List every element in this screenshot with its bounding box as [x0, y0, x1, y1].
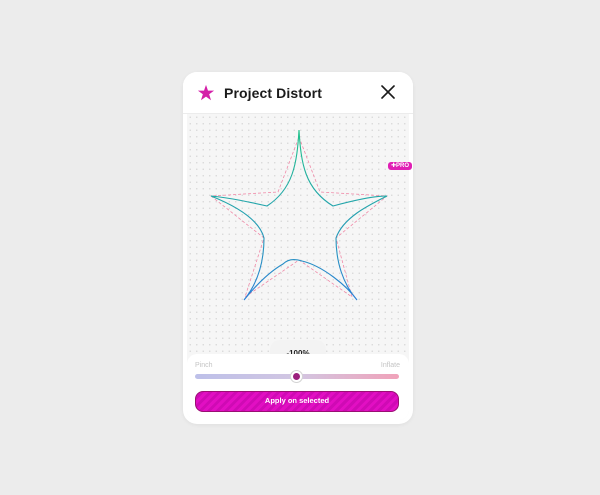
panel-title: Project Distort: [224, 85, 322, 101]
pro-badge: ✚PRO: [388, 162, 413, 170]
close-icon[interactable]: [381, 85, 395, 99]
project-distort-panel: Project Distort ✚PRO -100% Pinch Inflate…: [183, 72, 413, 424]
panel-header: Project Distort: [183, 72, 413, 114]
original-shape-outline: [209, 135, 389, 298]
distort-slider-thumb[interactable]: [291, 371, 302, 382]
distorted-star-shape: [210, 129, 388, 301]
inflate-label: Inflate: [380, 362, 400, 369]
pink-star-icon: [197, 84, 215, 101]
pinch-label: Pinch: [195, 362, 213, 369]
apply-on-selected-button[interactable]: Apply on selected: [195, 391, 399, 412]
